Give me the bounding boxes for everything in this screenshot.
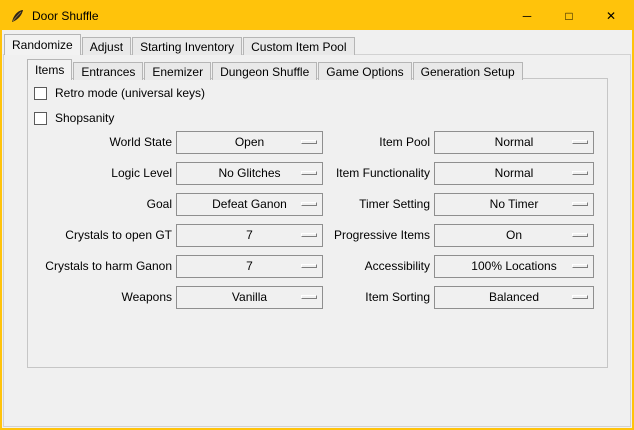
weapons-label: Weapons (32, 286, 172, 309)
progressive-items-label: Progressive Items (268, 224, 430, 247)
retro-mode-checkbox[interactable]: Retro mode (universal keys) (34, 85, 205, 101)
timer-setting-value: No Timer (435, 194, 593, 215)
dropdown-indicator-icon (572, 171, 588, 175)
item-functionality-value: Normal (435, 163, 593, 184)
tab-generation-setup[interactable]: Generation Setup (413, 62, 523, 80)
accessibility-dropdown[interactable]: 100% Locations (434, 255, 594, 278)
dropdown-indicator-icon (572, 202, 588, 206)
field-row: Logic Level No Glitches Item Functionali… (28, 162, 607, 185)
tab-game-options[interactable]: Game Options (318, 62, 411, 80)
field-row: Crystals to open GT 7 Progressive Items … (28, 224, 607, 247)
sub-tabbar: Items Entrances Enemizer Dungeon Shuffle… (27, 59, 524, 80)
titlebar[interactable]: Door Shuffle ─ □ ✕ (2, 2, 632, 30)
progressive-items-dropdown[interactable]: On (434, 224, 594, 247)
tab-randomize[interactable]: Randomize (4, 34, 81, 55)
close-button[interactable]: ✕ (590, 2, 632, 30)
dropdown-indicator-icon (572, 233, 588, 237)
window-title: Door Shuffle (32, 9, 99, 23)
shopsanity-label: Shopsanity (55, 111, 114, 125)
close-icon: ✕ (606, 9, 616, 23)
timer-setting-label: Timer Setting (268, 193, 430, 216)
item-functionality-label: Item Functionality (268, 162, 430, 185)
app-icon (9, 8, 25, 24)
tab-starting-inventory[interactable]: Starting Inventory (132, 37, 242, 55)
world-state-label: World State (32, 131, 172, 154)
progressive-items-value: On (435, 225, 593, 246)
item-pool-dropdown[interactable]: Normal (434, 131, 594, 154)
tab-dungeon-shuffle[interactable]: Dungeon Shuffle (212, 62, 317, 80)
tab-entrances[interactable]: Entrances (73, 62, 143, 80)
shopsanity-checkbox-box[interactable] (34, 112, 47, 125)
field-row: World State Open Item Pool Normal (28, 131, 607, 154)
field-row: Goal Defeat Ganon Timer Setting No Timer (28, 193, 607, 216)
door-shuffle-window: Door Shuffle ─ □ ✕ Randomize Adjust Star… (0, 0, 634, 430)
dropdown-indicator-icon (572, 295, 588, 299)
main-tabbar: Randomize Adjust Starting Inventory Cust… (4, 34, 356, 55)
dropdown-indicator-icon (572, 140, 588, 144)
caption-buttons: ─ □ ✕ (506, 2, 632, 30)
item-pool-label: Item Pool (268, 131, 430, 154)
minimize-button[interactable]: ─ (506, 2, 548, 30)
goal-label: Goal (32, 193, 172, 216)
crystals-ganon-label: Crystals to harm Ganon (32, 255, 172, 278)
field-row: Crystals to harm Ganon 7 Accessibility 1… (28, 255, 607, 278)
maximize-button[interactable]: □ (548, 2, 590, 30)
tab-enemizer[interactable]: Enemizer (144, 62, 211, 80)
tab-items[interactable]: Items (27, 59, 72, 80)
item-sorting-value: Balanced (435, 287, 593, 308)
maximize-icon: □ (565, 9, 572, 23)
item-pool-value: Normal (435, 132, 593, 153)
accessibility-value: 100% Locations (435, 256, 593, 277)
accessibility-label: Accessibility (268, 255, 430, 278)
retro-mode-label: Retro mode (universal keys) (55, 86, 205, 100)
retro-mode-checkbox-box[interactable] (34, 87, 47, 100)
minimize-icon: ─ (523, 9, 532, 23)
field-row: Weapons Vanilla Item Sorting Balanced (28, 286, 607, 309)
timer-setting-dropdown[interactable]: No Timer (434, 193, 594, 216)
crystals-gt-label: Crystals to open GT (32, 224, 172, 247)
tab-adjust[interactable]: Adjust (82, 37, 131, 55)
item-sorting-dropdown[interactable]: Balanced (434, 286, 594, 309)
dropdown-indicator-icon (572, 264, 588, 268)
tab-custom-item-pool[interactable]: Custom Item Pool (243, 37, 354, 55)
logic-level-label: Logic Level (32, 162, 172, 185)
item-functionality-dropdown[interactable]: Normal (434, 162, 594, 185)
items-tab-panel: Retro mode (universal keys) Shopsanity W… (27, 78, 608, 368)
shopsanity-checkbox[interactable]: Shopsanity (34, 110, 114, 126)
item-sorting-label: Item Sorting (268, 286, 430, 309)
